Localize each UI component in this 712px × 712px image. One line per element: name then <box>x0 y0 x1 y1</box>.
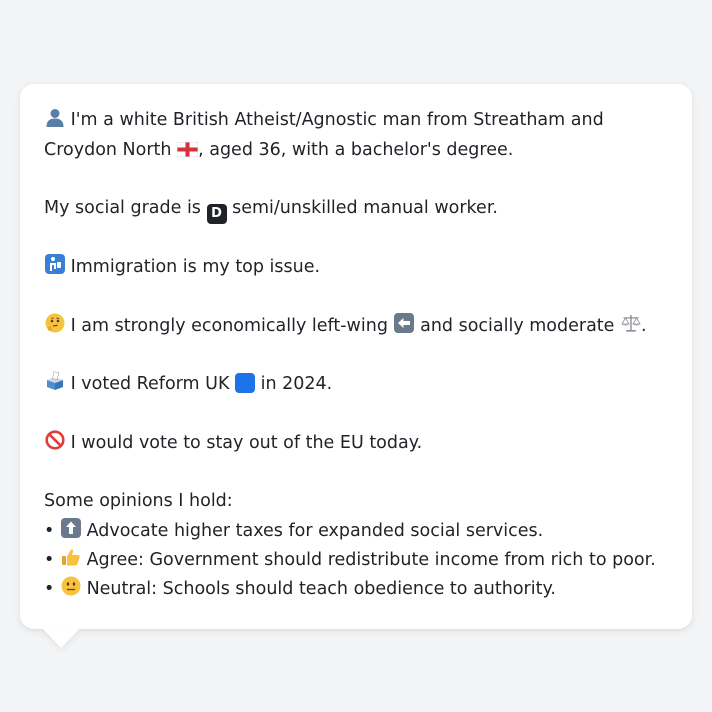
intro-text-end: , aged 36, with a bachelor's degree. <box>198 139 514 160</box>
list-item: • Neutral: Schools should teach obedienc… <box>44 575 668 604</box>
blue-square-icon <box>235 373 256 393</box>
thumbs-up-icon <box>60 547 81 570</box>
ideology-economic-text: I am strongly economically left-wing <box>70 315 388 336</box>
bullet-point: • <box>44 520 55 541</box>
list-item: • Advocate higher taxes for expanded soc… <box>44 517 668 546</box>
neutral-face-icon <box>60 576 81 599</box>
vote-paragraph: I voted Reform UK in 2024. <box>44 370 668 400</box>
eu-text: I would vote to stay out of the EU today… <box>70 432 423 453</box>
ideology-social-text: and socially moderate <box>420 315 615 336</box>
passport-control-icon <box>44 254 65 277</box>
left-arrow-icon <box>394 312 415 336</box>
chat-bubble: I'm a white British Atheist/Agnostic man… <box>20 84 692 629</box>
prohibited-icon <box>44 429 65 453</box>
ballot-box-icon <box>44 371 65 394</box>
top-issue-paragraph: Immigration is my top issue. <box>44 253 668 283</box>
vote-year-text: in 2024. <box>260 374 333 394</box>
opinion-text: Neutral: Schools should teach obedience … <box>86 578 556 599</box>
bubble-tail <box>42 628 80 648</box>
social-grade-value: semi/unskilled manual worker. <box>232 198 498 218</box>
bullet-point: • <box>44 549 55 570</box>
opinions-heading: Some opinions I hold: <box>44 491 233 511</box>
england-flag-icon <box>176 138 199 157</box>
opinion-text: Agree: Government should redistribute in… <box>86 549 656 570</box>
balance-scale-icon <box>620 313 641 336</box>
social-grade-paragraph: My social grade is D semi/unskilled manu… <box>44 194 668 224</box>
opinions-section: Some opinions I hold: • Advocate higher … <box>44 487 668 604</box>
thinking-face-icon <box>44 313 65 336</box>
ideology-period: . <box>641 315 647 336</box>
list-item: • Agree: Government should redistribute … <box>44 546 668 575</box>
social-grade-label: My social grade is <box>44 198 201 218</box>
up-arrow-icon <box>60 517 81 541</box>
top-issue-text: Immigration is my top issue. <box>70 257 321 277</box>
letter-d-icon: D <box>206 204 227 224</box>
eu-paragraph: I would vote to stay out of the EU today… <box>44 429 668 459</box>
intro-paragraph: I'm a white British Atheist/Agnostic man… <box>44 106 668 165</box>
person-silhouette-icon <box>44 107 65 130</box>
bullet-point: • <box>44 578 55 599</box>
ideology-paragraph: I am strongly economically left-wing and… <box>44 312 668 342</box>
vote-text: I voted Reform UK <box>70 374 230 394</box>
opinion-text: Advocate higher taxes for expanded socia… <box>86 520 544 541</box>
